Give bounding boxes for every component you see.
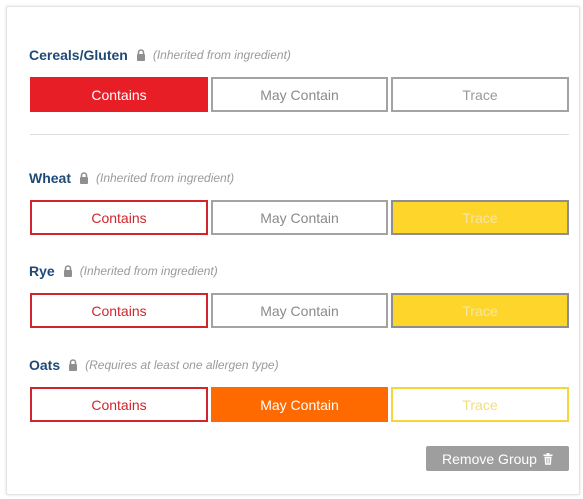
- group-heading-wheat: Wheat (Inherited from ingredient): [29, 168, 234, 188]
- group-name: Cereals/Gluten: [29, 47, 128, 63]
- group-name: Rye: [29, 263, 55, 279]
- lock-icon: [69, 359, 78, 371]
- trace-button[interactable]: Trace: [391, 387, 569, 422]
- may-contain-button[interactable]: May Contain: [211, 77, 388, 112]
- remove-group-button[interactable]: Remove Group: [426, 446, 569, 471]
- trace-button[interactable]: Trace: [391, 293, 569, 328]
- allergen-group-panel: Cereals/Gluten (Inherited from ingredien…: [6, 6, 580, 495]
- contains-button[interactable]: Contains: [30, 200, 208, 235]
- group-note: (Inherited from ingredient): [79, 264, 218, 278]
- contains-button[interactable]: Contains: [30, 293, 208, 328]
- group-heading-cereals-gluten: Cereals/Gluten (Inherited from ingredien…: [29, 45, 291, 65]
- trace-button[interactable]: Trace: [391, 77, 569, 112]
- may-contain-button[interactable]: May Contain: [211, 200, 388, 235]
- group-heading-oats: Oats (Requires at least one allergen typ…: [29, 355, 279, 375]
- group-name: Wheat: [29, 170, 71, 186]
- contains-button[interactable]: Contains: [30, 387, 208, 422]
- may-contain-button[interactable]: May Contain: [211, 293, 388, 328]
- trash-icon: [543, 452, 553, 465]
- remove-group-label: Remove Group: [442, 450, 537, 467]
- may-contain-button[interactable]: May Contain: [211, 387, 388, 422]
- group-note: (Inherited from ingredient): [96, 171, 235, 185]
- group-note: (Inherited from ingredient): [152, 48, 291, 62]
- divider: [30, 134, 569, 135]
- trace-button[interactable]: Trace: [391, 200, 569, 235]
- lock-icon: [136, 49, 145, 61]
- group-note: (Requires at least one allergen type): [85, 358, 279, 372]
- lock-icon: [63, 265, 72, 277]
- group-heading-rye: Rye (Inherited from ingredient): [29, 261, 218, 281]
- lock-icon: [80, 172, 88, 184]
- group-name: Oats: [29, 357, 61, 373]
- contains-button[interactable]: Contains: [30, 77, 208, 112]
